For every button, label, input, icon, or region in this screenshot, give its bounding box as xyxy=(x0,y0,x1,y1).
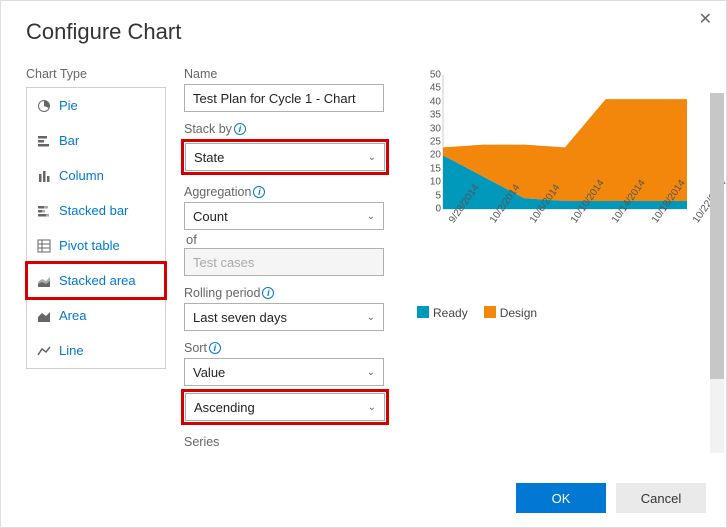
y-tick-label: 0 xyxy=(435,204,441,215)
scrollbar-thumb[interactable] xyxy=(710,93,724,379)
scrollbar[interactable] xyxy=(710,93,724,453)
chart-type-area[interactable]: Area xyxy=(27,298,165,333)
legend-item-design: Design xyxy=(484,306,537,320)
highlight-sort-direction: Ascending ⌄ xyxy=(181,389,389,425)
chart-preview: 05101520253035404550 9/28/201410/2/20141… xyxy=(417,71,689,251)
y-tick-label: 40 xyxy=(430,96,441,107)
dialog-footer: OK Cancel xyxy=(516,483,706,513)
series-label: Series xyxy=(184,435,399,449)
configure-chart-dialog: ✕ Configure Chart Chart Type Pie Bar Col… xyxy=(0,0,727,528)
chart-type-label: Chart Type xyxy=(26,67,166,81)
legend-item-ready: Ready xyxy=(417,306,468,320)
sort-by-select[interactable]: Value ⌄ xyxy=(184,358,384,386)
field-sort: Sorti Value ⌄ Ascending ⌄ xyxy=(184,341,399,425)
line-icon xyxy=(37,344,51,358)
info-icon[interactable]: i xyxy=(209,342,221,354)
chart-type-stacked-area[interactable]: Stacked area xyxy=(27,263,165,298)
chart-type-stacked-bar[interactable]: Stacked bar xyxy=(27,193,165,228)
field-stackby: Stack byi State ⌄ xyxy=(184,122,399,175)
ok-button[interactable]: OK xyxy=(516,483,606,513)
y-tick-label: 10 xyxy=(430,177,441,188)
of-select: Test cases xyxy=(184,248,384,276)
stacked-bar-icon xyxy=(37,204,51,218)
y-tick-label: 25 xyxy=(430,137,441,148)
y-tick-label: 20 xyxy=(430,150,441,161)
y-tick-label: 30 xyxy=(430,123,441,134)
column-icon xyxy=(37,169,51,183)
y-tick-label: 5 xyxy=(435,190,441,201)
chart-type-label-text: Area xyxy=(59,308,86,323)
chart-config-form: Name Stack byi State ⌄ Aggregationi Coun… xyxy=(184,67,399,427)
sort-direction-select[interactable]: Ascending ⌄ xyxy=(185,393,385,421)
of-label: of xyxy=(186,232,399,247)
y-tick-label: 45 xyxy=(430,83,441,94)
stackby-select[interactable]: State ⌄ xyxy=(185,143,385,171)
cancel-button[interactable]: Cancel xyxy=(616,483,706,513)
chevron-down-icon: ⌄ xyxy=(368,152,376,163)
area-icon xyxy=(37,309,51,323)
chart-legend: Ready Design xyxy=(417,306,706,320)
name-input[interactable] xyxy=(184,84,384,112)
chart-type-label-text: Bar xyxy=(59,133,79,148)
info-icon[interactable]: i xyxy=(253,186,265,198)
chart-type-label-text: Column xyxy=(59,168,104,183)
highlight-stackby: State ⌄ xyxy=(181,139,389,175)
field-aggregation: Aggregationi Count ⌄ of Test cases xyxy=(184,185,399,276)
rolling-select[interactable]: Last seven days ⌄ xyxy=(184,303,384,331)
chart-type-pivot-table[interactable]: Pivot table xyxy=(27,228,165,263)
chart-type-label-text: Line xyxy=(59,343,84,358)
dialog-title: Configure Chart xyxy=(26,19,706,45)
chart-type-column[interactable]: Column xyxy=(27,158,165,193)
aggregation-label: Aggregationi xyxy=(184,185,399,199)
pie-icon xyxy=(37,99,51,113)
field-rolling: Rolling periodi Last seven days ⌄ xyxy=(184,286,399,331)
chart-type-label-text: Pivot table xyxy=(59,238,120,253)
aggregation-select[interactable]: Count ⌄ xyxy=(184,202,384,230)
chevron-down-icon: ⌄ xyxy=(367,367,375,378)
chevron-down-icon: ⌄ xyxy=(367,312,375,323)
chart-type-panel: Chart Type Pie Bar Column Stacked bar xyxy=(26,67,166,427)
stacked-area-icon xyxy=(37,274,51,288)
chart-preview-panel: 05101520253035404550 9/28/201410/2/20141… xyxy=(417,67,706,427)
chart-type-label-text: Stacked bar xyxy=(59,203,128,218)
sort-label: Sorti xyxy=(184,341,399,355)
info-icon[interactable]: i xyxy=(262,287,274,299)
chart-type-label-text: Pie xyxy=(59,98,78,113)
chart-type-label-text: Stacked area xyxy=(59,273,136,288)
chart-type-pie[interactable]: Pie xyxy=(27,88,165,123)
y-tick-label: 15 xyxy=(430,163,441,174)
pivot-table-icon xyxy=(37,239,51,253)
chevron-down-icon: ⌄ xyxy=(367,211,375,222)
chart-type-list: Pie Bar Column Stacked bar Pivot table xyxy=(26,87,166,369)
close-icon[interactable]: ✕ xyxy=(699,9,712,29)
field-name: Name xyxy=(184,67,399,112)
chart-type-line[interactable]: Line xyxy=(27,333,165,368)
chevron-down-icon: ⌄ xyxy=(368,402,376,413)
chart-type-bar[interactable]: Bar xyxy=(27,123,165,158)
info-icon[interactable]: i xyxy=(234,123,246,135)
y-tick-label: 35 xyxy=(430,110,441,121)
bar-icon xyxy=(37,134,51,148)
rolling-label: Rolling periodi xyxy=(184,286,399,300)
name-label: Name xyxy=(184,67,399,81)
y-tick-label: 50 xyxy=(430,70,441,81)
stackby-label: Stack byi xyxy=(184,122,399,136)
